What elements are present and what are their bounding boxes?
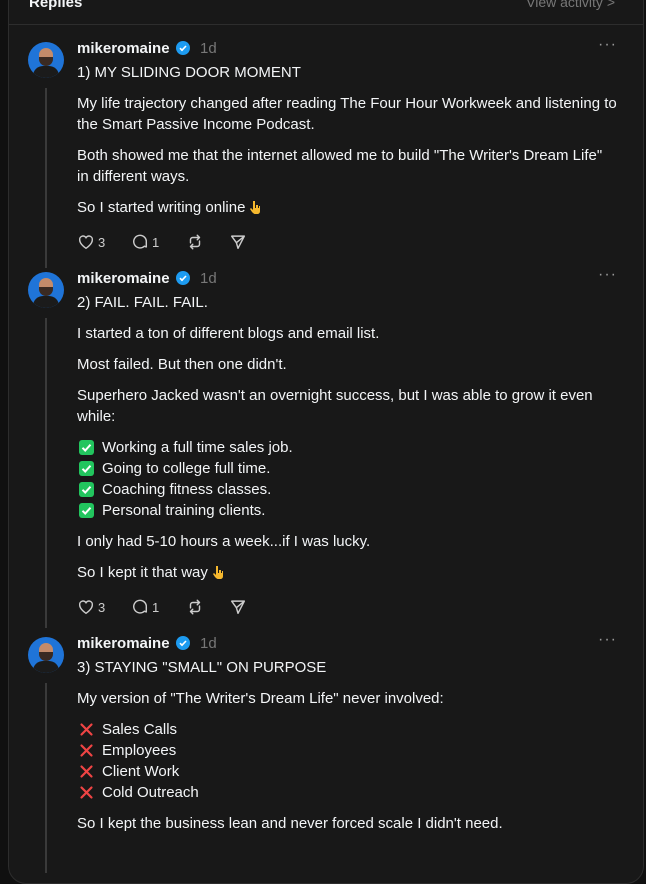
post-text: So I kept it that way xyxy=(77,564,224,581)
thread-line xyxy=(45,318,47,628)
repost-icon xyxy=(189,599,201,615)
replies-panel: Replies View activity > mikeromaine 1d ·… xyxy=(8,0,644,884)
view-activity-link[interactable]: View activity > xyxy=(526,0,615,10)
verified-icon xyxy=(176,271,190,285)
reply-button[interactable]: 1 xyxy=(131,597,159,617)
post-time: 1d xyxy=(200,270,217,287)
share-button[interactable] xyxy=(229,597,247,617)
list-item: Going to college full time. xyxy=(102,460,271,477)
replies-header: Replies View activity > xyxy=(9,0,643,25)
check-mark-icon xyxy=(79,440,94,455)
more-icon[interactable]: ··· xyxy=(598,631,617,649)
post-text: I started a ton of different blogs and e… xyxy=(77,325,380,342)
like-count: 3 xyxy=(98,599,106,615)
more-icon[interactable]: ··· xyxy=(598,266,617,284)
list-item: Personal training clients. xyxy=(102,502,266,519)
pointing-down-icon xyxy=(212,566,223,579)
post-text: in different ways. xyxy=(77,168,190,185)
repost-button[interactable] xyxy=(186,597,204,617)
thread-line xyxy=(45,683,47,873)
share-button[interactable] xyxy=(229,232,247,252)
comment-icon xyxy=(133,234,148,249)
cross-mark-icon xyxy=(80,765,93,778)
verified-icon xyxy=(176,41,190,55)
post-text: Most failed. But then one didn't. xyxy=(77,356,287,373)
check-mark-icon xyxy=(79,461,94,476)
post-text: the Smart Passive Income Podcast. xyxy=(77,116,315,133)
reply-post: mikeromaine 1d ··· 2) FAIL. FAIL. FAIL. … xyxy=(9,266,643,630)
reply-post: mikeromaine 1d ··· 1) MY SLIDING DOOR MO… xyxy=(9,36,643,280)
post-text: My life trajectory changed after reading… xyxy=(77,95,617,112)
verified-icon xyxy=(176,636,190,650)
post-text: I only had 5-10 hours a week...if I was … xyxy=(77,533,371,550)
post-text: So I kept the business lean and never fo… xyxy=(77,815,503,832)
check-mark-icon xyxy=(79,482,94,497)
post-text: My version of "The Writer's Dream Life" … xyxy=(77,690,444,707)
reply-count: 1 xyxy=(152,234,160,250)
repost-icon xyxy=(189,234,201,250)
share-icon xyxy=(230,600,246,615)
repost-button[interactable] xyxy=(186,232,204,252)
pointing-down-icon xyxy=(250,201,261,214)
list-item: Working a full time sales job. xyxy=(102,439,293,456)
username[interactable]: mikeromaine xyxy=(77,270,170,287)
post-time: 1d xyxy=(200,40,217,57)
post-text: Both showed me that the internet allowed… xyxy=(77,147,603,164)
like-button[interactable]: 3 xyxy=(77,597,105,617)
share-icon xyxy=(230,235,246,250)
post-text: So I started writing online xyxy=(77,199,261,216)
username[interactable]: mikeromaine xyxy=(77,635,170,652)
heart-icon xyxy=(78,235,94,250)
thread-line xyxy=(45,88,47,268)
post-heading: 3) STAYING "SMALL" ON PURPOSE xyxy=(77,659,327,676)
check-mark-icon xyxy=(79,503,94,518)
cross-mark-icon xyxy=(80,786,93,799)
post-heading: 1) MY SLIDING DOOR MOMENT xyxy=(77,64,301,81)
post-heading: 2) FAIL. FAIL. FAIL. xyxy=(77,294,208,311)
list-item: Cold Outreach xyxy=(102,784,199,801)
comment-icon xyxy=(133,599,148,614)
post-time: 1d xyxy=(200,635,217,652)
avatar[interactable] xyxy=(28,272,64,308)
more-icon[interactable]: ··· xyxy=(598,36,617,54)
like-count: 3 xyxy=(98,234,106,250)
cross-mark-icon xyxy=(80,744,93,757)
list-item: Client Work xyxy=(102,763,180,780)
like-button[interactable]: 3 xyxy=(77,232,105,252)
list-item: Sales Calls xyxy=(102,721,178,738)
list-item: Employees xyxy=(102,742,177,759)
replies-title: Replies xyxy=(29,0,83,11)
heart-icon xyxy=(78,600,94,615)
reply-count: 1 xyxy=(152,599,160,615)
post-text: Superhero Jacked wasn't an overnight suc… xyxy=(77,387,593,404)
list-item: Coaching fitness classes. xyxy=(102,481,272,498)
cross-mark-icon xyxy=(80,723,93,736)
username[interactable]: mikeromaine xyxy=(77,40,170,57)
reply-button[interactable]: 1 xyxy=(131,232,159,252)
avatar[interactable] xyxy=(28,42,64,78)
post-text: while: xyxy=(77,408,116,425)
reply-post: mikeromaine 1d ··· 3) STAYING "SMALL" ON… xyxy=(9,631,643,875)
avatar[interactable] xyxy=(28,637,64,673)
